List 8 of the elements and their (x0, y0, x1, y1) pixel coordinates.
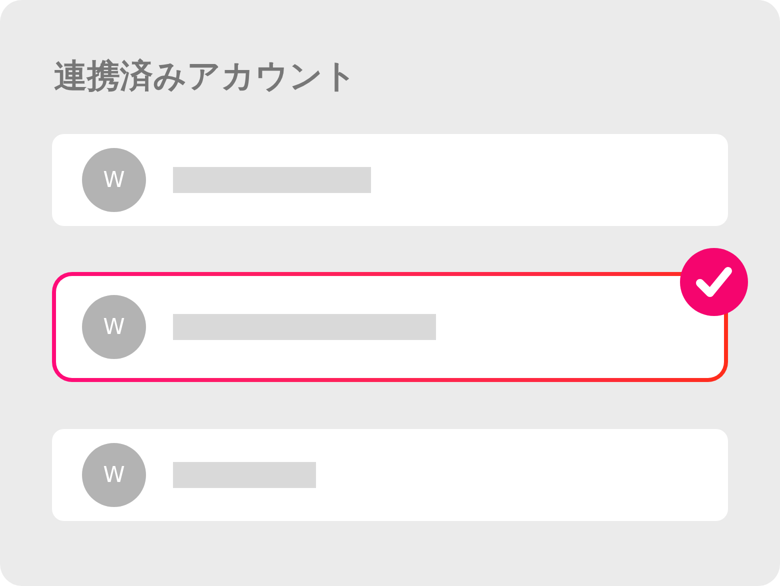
avatar: W (82, 148, 146, 212)
avatar: W (82, 295, 146, 359)
avatar: W (82, 443, 146, 507)
account-card[interactable]: W (52, 134, 728, 226)
account-card[interactable]: W (52, 272, 728, 382)
section-title: 連携済みアカウント (54, 55, 358, 97)
check-badge-icon (680, 248, 748, 316)
account-card[interactable]: W (52, 429, 728, 521)
